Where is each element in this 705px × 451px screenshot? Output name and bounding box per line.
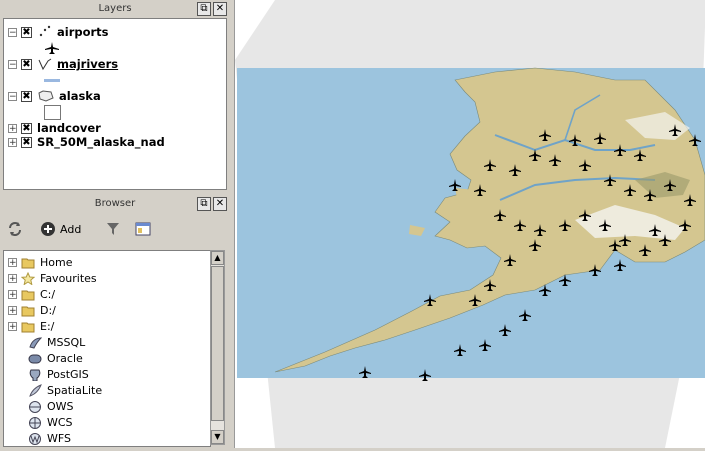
expand-icon[interactable]: + bbox=[8, 273, 17, 283]
browser-item-home[interactable]: + Home bbox=[4, 254, 72, 270]
browser-scrollbar[interactable]: ▲ ▼ bbox=[210, 250, 225, 445]
oracle-icon bbox=[28, 354, 42, 363]
star-icon bbox=[21, 271, 35, 285]
river-line-swatch bbox=[44, 78, 60, 82]
ows-icon bbox=[29, 400, 41, 413]
properties-button[interactable] bbox=[135, 221, 151, 237]
river-legend-symbol bbox=[44, 72, 60, 88]
fill-swatch bbox=[44, 104, 61, 120]
spatialite-icon bbox=[29, 383, 42, 397]
layer-name: majrivers bbox=[57, 57, 119, 71]
browser-item-label: MSSQL bbox=[47, 335, 86, 349]
folder-icon bbox=[21, 258, 35, 268]
browser-item-oracle[interactable]: Oracle bbox=[28, 350, 83, 366]
add-icon bbox=[41, 222, 55, 236]
browser-item-label: C:/ bbox=[40, 287, 56, 301]
layers-tree: − ✖ airports − ✖ majrivers − ✖ alaska + … bbox=[3, 18, 227, 190]
refresh-icon bbox=[9, 222, 21, 236]
layer-name: airports bbox=[57, 25, 109, 39]
wcs-icon bbox=[29, 416, 41, 429]
browser-item-wcs[interactable]: WCS bbox=[28, 414, 73, 430]
browser-panel-title: Browser bbox=[94, 198, 136, 209]
folder-icon bbox=[21, 322, 35, 332]
scroll-up-icon[interactable]: ▲ bbox=[211, 251, 224, 265]
refresh-button[interactable] bbox=[6, 220, 24, 238]
add-button[interactable]: Add bbox=[40, 221, 81, 237]
layer-name: alaska bbox=[59, 89, 101, 103]
layer-name: landcover bbox=[37, 121, 101, 135]
browser-panel: Browser ⧉ ✕ Add + Home + Favourites + C:… bbox=[0, 195, 230, 448]
alaska-legend-symbol bbox=[44, 104, 61, 120]
layer-airports[interactable]: − ✖ airports bbox=[4, 24, 109, 40]
close-icon[interactable]: ✕ bbox=[213, 197, 227, 211]
layer-checkbox[interactable]: ✖ bbox=[21, 136, 32, 148]
browser-item-label: Favourites bbox=[40, 271, 97, 285]
browser-item-ows[interactable]: OWS bbox=[28, 398, 74, 414]
browser-item-d-drive[interactable]: + D:/ bbox=[4, 302, 56, 318]
browser-item-label: Home bbox=[40, 255, 73, 269]
properties-icon bbox=[135, 222, 151, 236]
layer-checkbox[interactable]: ✖ bbox=[21, 26, 32, 38]
browser-item-wfs[interactable]: WFS bbox=[28, 430, 71, 446]
browser-tree: + Home + Favourites + C:/ + D:/ + E:/ MS… bbox=[3, 250, 211, 447]
expand-icon[interactable]: + bbox=[8, 257, 17, 267]
browser-item-label: OWS bbox=[47, 399, 74, 413]
browser-item-mssql[interactable]: MSSQL bbox=[28, 334, 85, 350]
map-view[interactable] bbox=[235, 0, 705, 448]
filter-button[interactable] bbox=[105, 221, 121, 237]
add-button-label: Add bbox=[60, 222, 82, 236]
browser-item-e-drive[interactable]: + E:/ bbox=[4, 318, 54, 334]
airport-legend-symbol bbox=[44, 40, 60, 56]
browser-item-label: Oracle bbox=[47, 351, 83, 365]
mssql-icon bbox=[29, 336, 42, 349]
layer-checkbox[interactable]: ✖ bbox=[21, 58, 32, 70]
filter-icon bbox=[107, 223, 120, 235]
expand-icon[interactable]: + bbox=[8, 321, 17, 331]
folder-icon bbox=[21, 306, 35, 316]
collapse-icon[interactable]: − bbox=[8, 27, 17, 37]
browser-item-label: WFS bbox=[47, 431, 71, 445]
line-icon bbox=[38, 58, 52, 71]
layer-checkbox[interactable]: ✖ bbox=[21, 122, 32, 134]
browser-item-c-drive[interactable]: + C:/ bbox=[4, 286, 55, 302]
layers-panel-title: Layers bbox=[98, 3, 132, 14]
airplane-icon bbox=[45, 42, 59, 54]
layers-panel-title-bar: Layers ⧉ ✕ bbox=[0, 0, 230, 18]
wfs-icon bbox=[29, 432, 41, 445]
scroll-thumb[interactable] bbox=[211, 266, 224, 421]
layer-majrivers[interactable]: − ✖ majrivers bbox=[4, 56, 118, 72]
layer-checkbox[interactable]: ✖ bbox=[21, 90, 32, 102]
browser-item-label: SpatiaLite bbox=[47, 383, 103, 397]
browser-item-label: PostGIS bbox=[47, 367, 89, 381]
browser-item-postgis[interactable]: PostGIS bbox=[28, 366, 89, 382]
map-canvas[interactable] bbox=[234, 0, 705, 448]
scroll-down-icon[interactable]: ▼ bbox=[211, 430, 224, 444]
postgis-icon bbox=[29, 369, 41, 381]
collapse-icon[interactable]: − bbox=[8, 91, 17, 101]
layers-panel: Layers ⧉ ✕ − ✖ airports − ✖ majrivers − bbox=[0, 0, 230, 190]
points-icon bbox=[39, 25, 51, 37]
browser-item-spatialite[interactable]: SpatiaLite bbox=[28, 382, 102, 398]
float-icon[interactable]: ⧉ bbox=[197, 197, 211, 211]
expand-icon[interactable]: + bbox=[8, 289, 17, 299]
collapse-icon[interactable]: − bbox=[8, 59, 17, 69]
browser-item-label: E:/ bbox=[40, 319, 55, 333]
expand-icon[interactable]: + bbox=[8, 123, 17, 133]
browser-item-label: WCS bbox=[47, 415, 73, 429]
browser-item-favourites[interactable]: + Favourites bbox=[4, 270, 97, 286]
browser-toolbar: Add bbox=[6, 217, 151, 241]
browser-panel-title-bar: Browser ⧉ ✕ bbox=[0, 195, 230, 213]
expand-icon[interactable]: + bbox=[8, 305, 17, 315]
float-icon[interactable]: ⧉ bbox=[197, 2, 211, 16]
layer-sr-50m-alaska-nad[interactable]: + ✖ SR_50M_alaska_nad bbox=[4, 134, 165, 150]
layer-name: SR_50M_alaska_nad bbox=[37, 135, 165, 149]
polygon-icon bbox=[38, 90, 54, 102]
folder-icon bbox=[21, 290, 35, 300]
browser-item-label: D:/ bbox=[40, 303, 56, 317]
close-icon[interactable]: ✕ bbox=[213, 2, 227, 16]
layer-alaska[interactable]: − ✖ alaska bbox=[4, 88, 101, 104]
expand-icon[interactable]: + bbox=[8, 137, 17, 147]
